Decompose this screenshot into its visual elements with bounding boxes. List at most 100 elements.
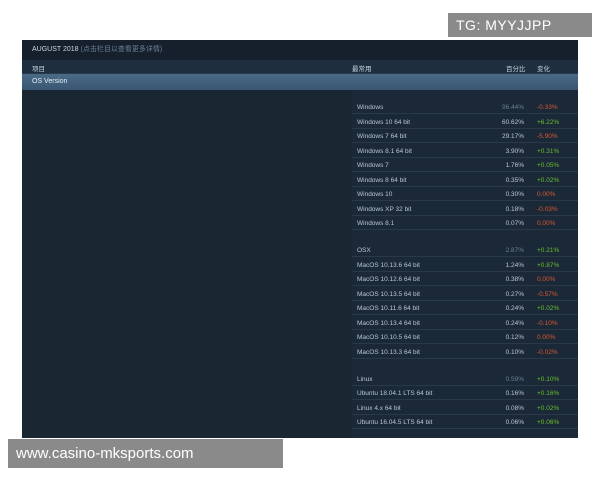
url-watermark: www.casino-mksports.com [8, 439, 283, 468]
os-change: +0.16% [537, 390, 560, 397]
os-name: MacOS 10.13.5 64 bit [357, 290, 420, 298]
steam-hardware-survey-panel: AUGUST 2018 (点击栏目以查看更多详情) 项目 最常用 百分比 变化 … [22, 40, 578, 438]
os-change: 0.00% [537, 191, 556, 198]
os-name: MacOS 10.13.4 64 bit [357, 319, 420, 327]
os-name: Windows 7 [357, 162, 389, 169]
os-percent: 0.12% [505, 334, 524, 341]
os-change: +0.02% [537, 176, 560, 184]
os-name: OSX [357, 247, 371, 254]
os-name: Windows 8 64 bit [357, 176, 407, 184]
section-os-version[interactable]: OS Version [22, 74, 578, 90]
os-percent: 0.06% [505, 419, 524, 426]
os-percent: 0.27% [505, 290, 524, 298]
tg-watermark: TG: MYYJJPP [448, 13, 592, 37]
os-percent: 2.87% [505, 247, 524, 254]
os-name: Windows [357, 104, 384, 111]
os-version-row[interactable]: Windows 10 0.30% 0.00% [352, 187, 578, 201]
os-version-row[interactable]: Windows 8.1 0.07% 0.00% [352, 216, 578, 230]
os-version-row[interactable]: MacOS 10.13.4 64 bit 0.24% -0.10% [352, 315, 578, 330]
os-change: +0.06% [537, 419, 560, 426]
os-change: +0.05% [537, 162, 560, 169]
os-group-row[interactable]: Windows 96.44% -0.33% [352, 96, 578, 114]
os-name: MacOS 10.10.5 64 bit [357, 334, 420, 341]
survey-subtitle: (点击栏目以查看更多详情) [80, 46, 163, 53]
os-change: -0.10% [537, 319, 558, 327]
os-percent: 96.44% [501, 104, 524, 111]
os-change: +0.31% [537, 147, 560, 155]
os-version-row[interactable]: Linux 4.x 64 bit 0.08% +0.02% [352, 400, 578, 415]
os-change: +0.02% [537, 404, 560, 412]
os-name: Windows 8.1 64 bit [357, 147, 412, 155]
os-change: +0.21% [537, 247, 560, 254]
os-percent: 0.18% [505, 205, 524, 213]
os-name: Ubuntu 18.04.1 LTS 64 bit [357, 390, 433, 397]
os-change: -0.03% [537, 205, 558, 213]
os-version-row[interactable]: Windows 8 64 bit 0.35% +0.02% [352, 172, 578, 187]
row-spacer [352, 359, 578, 368]
os-change: -5.90% [537, 133, 558, 140]
os-version-row[interactable]: Windows 10 64 bit 60.62% +6.22% [352, 114, 578, 129]
os-name: Windows 8.1 [357, 220, 395, 227]
os-name: Ubuntu 16.04.5 LTS 64 bit [357, 419, 433, 426]
os-group-row[interactable]: OSX 2.87% +0.21% [352, 239, 578, 257]
os-percent: 0.35% [505, 176, 524, 184]
os-version-row[interactable]: MacOS 10.11.6 64 bit 0.24% +0.02% [352, 301, 578, 315]
left-empty-area [22, 90, 352, 438]
os-version-row[interactable]: MacOS 10.10.5 64 bit 0.12% 0.00% [352, 330, 578, 344]
os-percent: 0.16% [505, 390, 524, 397]
os-version-row[interactable]: Ubuntu 16.04.5 LTS 64 bit 0.06% +0.06% [352, 415, 578, 429]
os-percent: 0.10% [505, 348, 524, 356]
os-change: 0.00% [537, 276, 556, 283]
os-version-table: Windows 96.44% -0.33% Windows 10 64 bit 60.6… [352, 96, 578, 429]
os-percent: 0.24% [505, 305, 524, 312]
os-percent: 0.24% [505, 319, 524, 327]
os-name: MacOS 10.11.6 64 bit [357, 305, 420, 312]
os-change: -0.57% [537, 290, 558, 298]
os-version-row[interactable]: Windows 7 1.76% +0.05% [352, 158, 578, 172]
os-name: Windows 10 64 bit [357, 118, 411, 126]
os-group-row[interactable]: Linux 0.59% +0.10% [352, 368, 578, 386]
os-percent: 0.59% [505, 375, 524, 383]
os-percent: 3.90% [505, 147, 524, 155]
os-name: MacOS 10.13.3 64 bit [357, 348, 420, 356]
os-change: +0.10% [537, 375, 560, 383]
survey-title: AUGUST 2018 [32, 46, 79, 53]
os-name: Linux [357, 375, 373, 383]
row-spacer [352, 230, 578, 239]
os-name: Windows 10 [357, 191, 393, 198]
os-change: -0.33% [537, 104, 558, 111]
column-change: 变化 [537, 66, 550, 73]
os-percent: 1.24% [505, 261, 524, 269]
os-name: MacOS 10.12.6 64 bit [357, 276, 420, 283]
os-name: Windows XP 32 bit [357, 205, 412, 213]
os-version-row[interactable]: Windows 7 64 bit 29.17% -5.90% [352, 129, 578, 143]
os-percent: 29.17% [501, 133, 524, 140]
column-headers: 项目 最常用 百分比 变化 [22, 60, 578, 74]
os-change: +6.22% [537, 118, 560, 126]
os-version-row[interactable]: MacOS 10.13.6 64 bit 1.24% +0.87% [352, 257, 578, 272]
os-version-row[interactable]: MacOS 10.13.5 64 bit 0.27% -0.57% [352, 286, 578, 301]
os-change: 0.00% [537, 220, 556, 227]
os-version-row[interactable]: MacOS 10.13.3 64 bit 0.10% -0.02% [352, 344, 578, 359]
os-version-row[interactable]: MacOS 10.12.6 64 bit 0.38% 0.00% [352, 272, 578, 286]
column-percent: 百分比 [506, 66, 526, 73]
os-name: Linux 4.x 64 bit [357, 404, 401, 412]
os-percent: 0.38% [505, 276, 524, 283]
os-percent: 0.07% [505, 220, 524, 227]
os-percent: 0.08% [505, 404, 524, 412]
os-version-row[interactable]: Ubuntu 18.04.1 LTS 64 bit 0.16% +0.16% [352, 386, 578, 400]
os-percent: 0.30% [505, 191, 524, 198]
os-change: +0.02% [537, 305, 560, 312]
os-percent: 60.62% [501, 118, 524, 126]
os-version-row[interactable]: Windows 8.1 64 bit 3.90% +0.31% [352, 143, 578, 158]
os-change: -0.02% [537, 348, 558, 356]
column-item: 项目 [32, 66, 45, 73]
os-name: MacOS 10.13.6 64 bit [357, 261, 420, 269]
column-most-popular: 最常用 [352, 66, 372, 73]
os-change: +0.87% [537, 261, 560, 269]
os-version-row[interactable]: Windows XP 32 bit 0.18% -0.03% [352, 201, 578, 216]
survey-header: AUGUST 2018 (点击栏目以查看更多详情) [22, 40, 578, 60]
os-name: Windows 7 64 bit [357, 133, 407, 140]
os-change: 0.00% [537, 334, 556, 341]
os-percent: 1.76% [505, 162, 524, 169]
